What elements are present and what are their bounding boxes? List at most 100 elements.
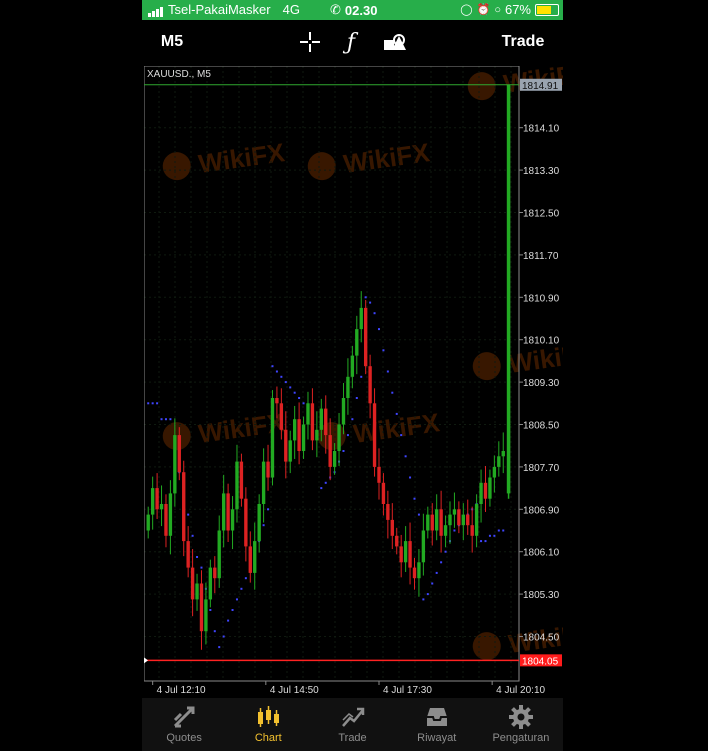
candle-body [492,466,497,478]
tab-label: Trade [338,732,367,744]
candle-body [248,546,252,573]
indicators-icon[interactable]: ƒ [336,20,366,64]
tab-riwayat[interactable]: Riwayat [395,698,479,751]
sar-dot [413,497,416,500]
sar-dot [369,301,372,304]
sar-dot [151,402,154,405]
ask-price-label: 1804.05 [522,656,559,667]
candle-body [439,509,443,536]
y-tick-label: 1814.10 [523,124,560,135]
candle-body [403,541,408,563]
sar-dot [346,434,349,437]
headphones-icon: ○ [494,3,501,16]
sar-dot [289,386,292,389]
candle-body [221,493,226,531]
candle-body [173,435,177,494]
candle-body [190,567,195,600]
candle-body [448,514,452,526]
candle-body [288,440,292,462]
crosshair-icon[interactable] [295,20,325,64]
candle-body [297,419,301,451]
sar-dot [364,296,367,299]
candle-body [337,424,341,451]
candle-body [150,488,155,515]
candle-body [319,408,323,430]
candle-body [479,482,483,504]
price-chart[interactable]: WikiFXWikiFXWikiFXWikiFXWikiFXWikiFXWiki… [143,57,597,698]
candle-body [421,530,426,563]
candle-body [355,329,359,356]
candle-body [315,429,319,441]
tab-pengaturan[interactable]: Pengaturan [479,698,563,751]
sar-dot [156,402,159,405]
sar-dot [320,487,323,490]
sar-dot [275,370,278,373]
sar-dot [440,561,443,564]
candle-body [457,509,461,526]
sar-dot [422,598,425,601]
candle-body [239,461,244,499]
chart-canvas[interactable]: WikiFXWikiFXWikiFXWikiFXWikiFXWikiFXWiki… [143,57,597,698]
y-tick-label: 1810.10 [523,336,560,347]
alarm-icon: ⏰ [476,4,491,16]
sar-dot [355,397,358,399]
trade-button[interactable]: Trade [498,20,548,64]
y-tick-label: 1812.50 [523,209,560,220]
tab-label: Riwayat [417,732,457,744]
tab-trade[interactable]: Trade [310,698,394,751]
candle-body [368,366,372,404]
candle-body [168,493,173,536]
sar-dot [400,434,403,437]
candle-body [350,355,355,377]
sar-dot [169,418,172,421]
sar-dot [209,609,212,611]
chart-toolbar: M5 ƒ Trade [142,20,563,64]
candle-body [341,398,346,425]
candle-body [306,403,310,425]
battery-percent: 67% [504,2,531,17]
sar-dot [395,412,398,415]
sar-dot [262,524,265,527]
candle-body [146,514,150,531]
phone-screen: Tsel-PakaiMasker 4G ✆ 02.30 ◯ ⏰ ○ 67% M5… [142,0,597,751]
sar-dot [196,556,199,558]
sar-dot [404,455,407,458]
candle-body [386,504,390,520]
carrier-name: Tsel-PakaiMasker [168,2,271,17]
sar-dot [235,598,238,601]
x-tick-label: 4 Jul 14:50 [270,685,319,696]
candle-body [381,482,386,504]
symbol-label: XAUUSD., M5 [147,69,211,80]
y-tick-label: 1808.50 [523,421,560,432]
candle-body [332,451,337,467]
candle-body [186,541,190,568]
tab-label: Pengaturan [492,732,550,744]
candle-body [372,403,377,467]
candle-body [434,509,439,531]
y-tick-label: 1806.90 [523,505,560,516]
candle-body [430,514,434,531]
sar-dot [502,529,505,532]
y-tick-label: 1804.50 [523,633,560,644]
history-icon [426,708,447,726]
candle-body [395,535,399,547]
y-tick-label: 1813.30 [523,166,560,177]
sar-dot [293,391,296,394]
x-tick-label: 4 Jul 20:10 [496,685,545,696]
sar-dot [267,508,270,511]
candle-body [483,482,488,499]
sar-dot [382,349,385,352]
candle-body [426,514,430,531]
sar-dot [497,529,500,532]
tab-label: Quotes [166,732,202,744]
candle-body [390,519,394,536]
tab-chart[interactable]: Chart [226,698,310,751]
candle-body [412,567,417,579]
sar-dot [453,529,456,532]
objects-icon[interactable] [380,20,410,64]
sar-dot [391,391,394,394]
timeframe-button[interactable]: M5 [154,20,190,64]
sar-dot [342,450,345,452]
tab-quotes[interactable]: Quotes [142,698,226,751]
y-tick-label: 1807.70 [523,463,560,474]
